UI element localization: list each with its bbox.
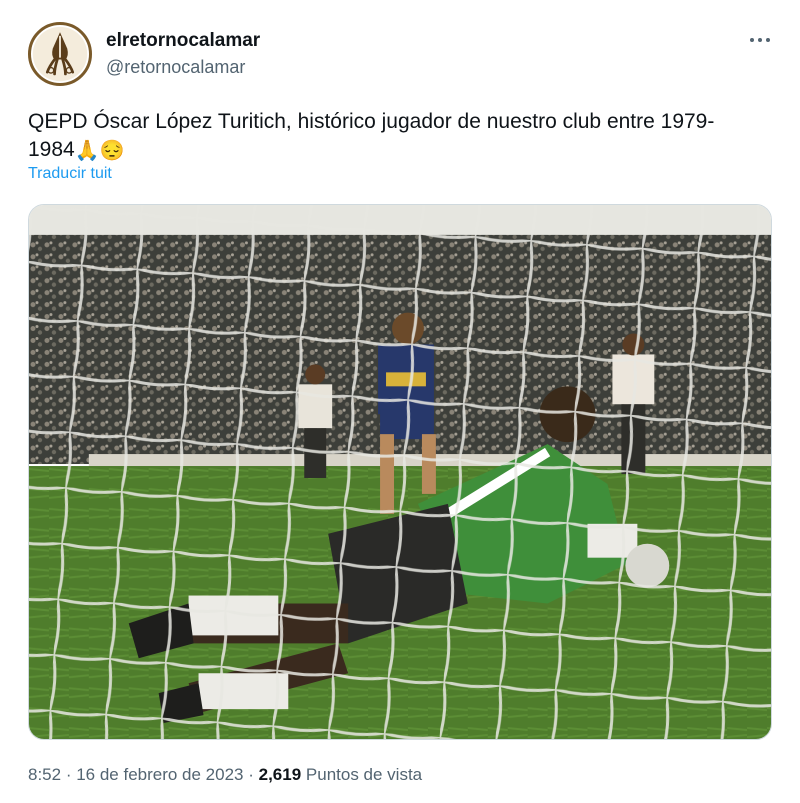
meta-separator: ·	[243, 765, 259, 784]
author-display-name[interactable]: elretornocalamar	[106, 30, 260, 52]
translate-tweet-link[interactable]: Traducir tuit	[28, 165, 112, 183]
tweet-card: elretornocalamar @retornocalamar QEPD Ós…	[0, 0, 800, 803]
views-count: 2,619	[258, 765, 302, 784]
squid-logo-icon	[32, 26, 88, 82]
tweet-meta: 8:52 · 16 de febrero de 2023 · 2,619 Pun…	[28, 765, 422, 785]
views-label: Puntos de vista	[301, 765, 423, 784]
tweet-time[interactable]: 8:52	[28, 765, 61, 784]
meta-separator: ·	[61, 765, 77, 784]
tweet-date[interactable]: 16 de febrero de 2023	[76, 765, 243, 784]
tweet-text: QEPD Óscar López Turitich, histórico jug…	[28, 108, 778, 165]
pray-emoji: 🙏	[74, 140, 100, 162]
author-handle[interactable]: @retornocalamar	[106, 57, 245, 78]
more-horizontal-icon	[750, 38, 754, 42]
tweet-text-line1: QEPD Óscar López Turitich, histórico jug…	[28, 110, 715, 133]
more-options-button[interactable]	[742, 26, 778, 54]
pensive-emoji: 😔	[99, 140, 125, 162]
tweet-photo[interactable]	[28, 204, 772, 740]
tweet-text-line2: 1984	[28, 138, 75, 161]
football-goalkeeper-photo	[29, 205, 771, 739]
avatar[interactable]	[28, 22, 92, 86]
